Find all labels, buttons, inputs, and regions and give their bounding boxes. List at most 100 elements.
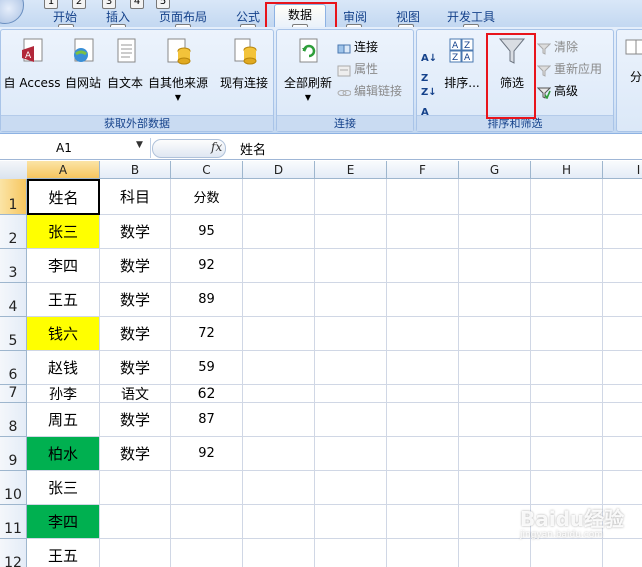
cell-g9[interactable] — [459, 437, 531, 471]
cell-i9[interactable] — [603, 437, 642, 471]
cell-a11[interactable]: 李四 — [27, 505, 100, 539]
sort-ascending-button[interactable]: A↓ Z — [421, 48, 437, 84]
cell-i2[interactable] — [603, 215, 642, 249]
text-to-columns-button[interactable]: 分 — [621, 36, 642, 85]
cell-g1[interactable] — [459, 179, 531, 215]
cell-f4[interactable] — [387, 283, 459, 317]
office-button[interactable] — [0, 0, 24, 24]
cell-f2[interactable] — [387, 215, 459, 249]
cell-a7[interactable]: 孙李 — [27, 385, 100, 403]
cell-h3[interactable] — [531, 249, 603, 283]
cell-e9[interactable] — [315, 437, 387, 471]
cell-b7[interactable]: 语文 — [100, 385, 171, 403]
cell-h10[interactable] — [531, 471, 603, 505]
connections-button[interactable]: 连接 — [337, 38, 378, 56]
cell-g5[interactable] — [459, 317, 531, 351]
cell-e12[interactable] — [315, 539, 387, 567]
row-header-12[interactable]: 12 — [0, 539, 27, 567]
cell-g3[interactable] — [459, 249, 531, 283]
cell-h7[interactable] — [531, 385, 603, 403]
cell-f12[interactable] — [387, 539, 459, 567]
cell-i1[interactable] — [603, 179, 642, 215]
cell-a9[interactable]: 柏水 — [27, 437, 100, 471]
reapply-button[interactable]: 重新应用 — [536, 60, 602, 78]
column-header-c[interactable]: C — [171, 161, 243, 179]
cell-b2[interactable]: 数学 — [100, 215, 171, 249]
column-header-a[interactable]: A — [27, 161, 100, 179]
cell-i5[interactable] — [603, 317, 642, 351]
cell-g10[interactable] — [459, 471, 531, 505]
cell-f3[interactable] — [387, 249, 459, 283]
cell-d4[interactable] — [243, 283, 315, 317]
row-header-7[interactable]: 7 — [0, 385, 27, 403]
cell-i10[interactable] — [603, 471, 642, 505]
clear-filter-button[interactable]: 清除 — [536, 38, 578, 56]
cell-i3[interactable] — [603, 249, 642, 283]
cell-g6[interactable] — [459, 351, 531, 385]
cell-a3[interactable]: 李四 — [27, 249, 100, 283]
existing-connections-button[interactable]: 现有连接 — [217, 36, 271, 91]
cell-e8[interactable] — [315, 403, 387, 437]
cell-d7[interactable] — [243, 385, 315, 403]
cell-a8[interactable]: 周五 — [27, 403, 100, 437]
column-header-i[interactable]: I — [603, 161, 642, 179]
cell-e5[interactable] — [315, 317, 387, 351]
cell-a2[interactable]: 张三 — [27, 215, 100, 249]
cell-g7[interactable] — [459, 385, 531, 403]
cell-h2[interactable] — [531, 215, 603, 249]
cell-h5[interactable] — [531, 317, 603, 351]
row-header-8[interactable]: 8 — [0, 403, 27, 437]
name-box[interactable]: A1 ▼ — [0, 138, 151, 158]
cell-f1[interactable] — [387, 179, 459, 215]
cell-d2[interactable] — [243, 215, 315, 249]
column-header-h[interactable]: H — [531, 161, 603, 179]
advanced-filter-button[interactable]: 高级 — [536, 82, 578, 100]
from-other-sources-button[interactable]: 自其他来源 ▼ — [146, 36, 210, 102]
cell-d5[interactable] — [243, 317, 315, 351]
cell-b10[interactable] — [100, 471, 171, 505]
sort-descending-button[interactable]: Z↓ A — [421, 82, 437, 118]
column-header-g[interactable]: G — [459, 161, 531, 179]
cell-f8[interactable] — [387, 403, 459, 437]
column-header-d[interactable]: D — [243, 161, 315, 179]
column-header-f[interactable]: F — [387, 161, 459, 179]
cell-d12[interactable] — [243, 539, 315, 567]
cell-d6[interactable] — [243, 351, 315, 385]
cell-c8[interactable]: 87 — [171, 403, 243, 437]
cell-c10[interactable] — [171, 471, 243, 505]
cell-a6[interactable]: 赵钱 — [27, 351, 100, 385]
insert-function-button[interactable]: fx — [152, 139, 226, 158]
cell-f10[interactable] — [387, 471, 459, 505]
row-header-6[interactable]: 6 — [0, 351, 27, 385]
cell-c6[interactable]: 59 — [171, 351, 243, 385]
row-header-3[interactable]: 3 — [0, 249, 27, 283]
row-header-2[interactable]: 2 — [0, 215, 27, 249]
cell-c1[interactable]: 分数 — [171, 179, 243, 215]
cell-b11[interactable] — [100, 505, 171, 539]
cell-c12[interactable] — [171, 539, 243, 567]
cell-d11[interactable] — [243, 505, 315, 539]
row-header-1[interactable]: 1 — [0, 179, 27, 215]
cell-i7[interactable] — [603, 385, 642, 403]
cell-d8[interactable] — [243, 403, 315, 437]
cell-a1[interactable]: 姓名 — [27, 179, 100, 215]
cell-i4[interactable] — [603, 283, 642, 317]
row-header-11[interactable]: 11 — [0, 505, 27, 539]
column-header-b[interactable]: B — [100, 161, 171, 179]
cell-e4[interactable] — [315, 283, 387, 317]
cell-d10[interactable] — [243, 471, 315, 505]
cell-c2[interactable]: 95 — [171, 215, 243, 249]
row-header-4[interactable]: 4 — [0, 283, 27, 317]
cell-g8[interactable] — [459, 403, 531, 437]
cell-f5[interactable] — [387, 317, 459, 351]
cell-a4[interactable]: 王五 — [27, 283, 100, 317]
properties-button[interactable]: 属性 — [337, 60, 378, 78]
edit-links-button[interactable]: 编辑链接 — [337, 82, 402, 100]
chevron-down-icon[interactable]: ▼ — [136, 140, 143, 150]
cell-c3[interactable]: 92 — [171, 249, 243, 283]
cell-e2[interactable] — [315, 215, 387, 249]
cell-h8[interactable] — [531, 403, 603, 437]
cell-e10[interactable] — [315, 471, 387, 505]
cell-h4[interactable] — [531, 283, 603, 317]
refresh-all-button[interactable]: 全部刷新 ▼ — [281, 36, 335, 102]
